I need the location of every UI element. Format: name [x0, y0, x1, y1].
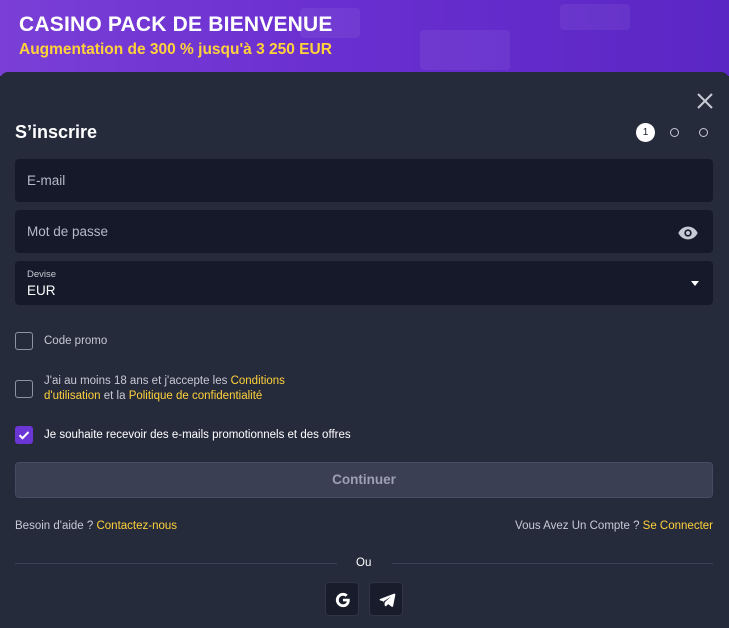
email-field[interactable]: E-mail [15, 159, 713, 202]
login-link[interactable]: Se Connecter [643, 520, 713, 532]
banner-subtitle: Augmentation de 300 % jusqu'à 3 250 EUR [19, 41, 332, 58]
currency-value: EUR [27, 283, 56, 298]
banner-decoration [560, 4, 630, 30]
telegram-icon [379, 593, 396, 607]
checkmark-icon [18, 431, 30, 440]
banner-title: CASINO PACK DE BIENVENUE [19, 13, 333, 36]
telegram-login-button[interactable] [369, 582, 403, 616]
continue-button[interactable]: Continuer [15, 462, 713, 498]
password-field[interactable]: Mot de passe [15, 210, 713, 253]
chevron-down-icon [691, 281, 699, 286]
marketing-label[interactable]: Je souhaite recevoir des e-mails promoti… [44, 428, 351, 443]
terms-middle: et la [100, 390, 129, 402]
promo-label[interactable]: Code promo [44, 334, 107, 349]
currency-select[interactable]: Devise EUR [15, 261, 713, 305]
or-label: Ou [356, 557, 372, 569]
close-icon[interactable] [692, 88, 718, 114]
login-prefix: Vous Avez Un Compte ? [515, 520, 643, 532]
marketing-checkbox[interactable] [15, 426, 33, 444]
email-placeholder: E-mail [27, 173, 66, 188]
eye-icon[interactable] [677, 222, 699, 244]
step-1-active: 1 [636, 123, 655, 142]
privacy-policy-link[interactable]: Politique de confidentialité [129, 390, 263, 402]
step-2-dot [670, 128, 679, 137]
step-3-dot [699, 128, 708, 137]
terms-conditions-link-2[interactable]: d'utilisation [44, 390, 101, 402]
promo-checkbox[interactable] [15, 332, 33, 350]
modal-title: S’inscrire [15, 122, 98, 142]
login-text: Vous Avez Un Compte ? Se Connecter [515, 520, 713, 532]
banner-decoration [420, 30, 510, 70]
close-button[interactable] [692, 88, 718, 114]
promo-banner[interactable]: CASINO PACK DE BIENVENUE Augmentation de… [0, 0, 729, 76]
divider-right [392, 563, 713, 564]
signup-modal: S’inscrire 1 E-mail Mot de passe Devise … [0, 72, 729, 628]
help-prefix: Besoin d'aide ? [15, 520, 97, 532]
google-icon [335, 592, 350, 608]
divider-left [15, 563, 337, 564]
help-text: Besoin d'aide ? Contactez-nous [15, 520, 177, 532]
terms-prefix: J'ai au moins 18 ans et j'accepte les [44, 375, 231, 387]
step-indicator: 1 [636, 123, 716, 143]
terms-conditions-link[interactable]: Conditions [231, 375, 285, 387]
google-login-button[interactable] [325, 582, 359, 616]
terms-checkbox[interactable] [15, 380, 33, 398]
password-placeholder: Mot de passe [27, 224, 109, 239]
contact-link[interactable]: Contactez-nous [96, 520, 177, 532]
terms-label: J'ai au moins 18 ans et j'accepte les Co… [44, 374, 285, 404]
currency-label: Devise [27, 269, 57, 280]
